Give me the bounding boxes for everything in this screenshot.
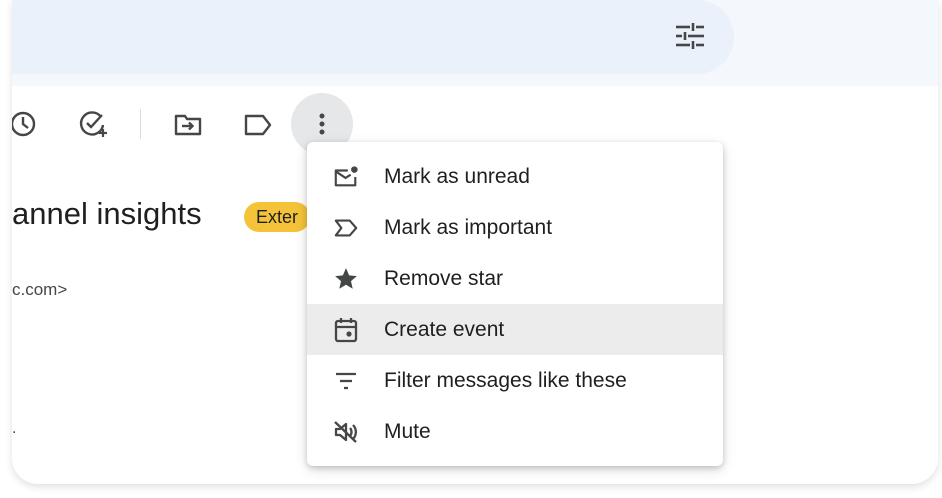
menu-item-label: Mark as unread — [384, 164, 530, 188]
mark-unread-icon — [333, 164, 359, 190]
menu-item-label: Mute — [384, 419, 431, 443]
gmail-message-view: annel insights Exter c.com> . Mark as un… — [12, 0, 938, 484]
menu-item-label: Create event — [384, 317, 505, 341]
email-subject: annel insights — [12, 196, 202, 231]
search-bar[interactable] — [12, 0, 734, 74]
more-options-menu: Mark as unread Mark as important Remove … — [307, 142, 723, 466]
snooze-icon — [12, 111, 36, 137]
move-to-icon — [174, 114, 202, 136]
menu-item-create-event[interactable]: Create event — [307, 304, 723, 355]
add-task-icon — [79, 111, 107, 137]
menu-item-remove-star[interactable]: Remove star — [307, 253, 723, 304]
move-to-button[interactable] — [168, 105, 208, 145]
menu-item-mark-as-unread[interactable]: Mark as unread — [307, 151, 723, 202]
snooze-button[interactable] — [12, 104, 43, 144]
calendar-icon — [333, 317, 359, 343]
screenshot-frame: annel insights Exter c.com> . Mark as un… — [0, 0, 942, 498]
label-icon — [244, 114, 272, 136]
menu-item-mark-as-important[interactable]: Mark as important — [307, 202, 723, 253]
labels-button[interactable] — [238, 105, 278, 145]
menu-item-label: Mark as important — [384, 215, 553, 239]
more-vert-icon — [319, 113, 325, 135]
filter-icon — [333, 368, 359, 394]
top-bar — [12, 0, 938, 86]
body-text-fragment: . — [12, 420, 17, 437]
menu-item-label: Filter messages like these — [384, 368, 627, 392]
menu-item-label: Remove star — [384, 266, 504, 290]
star-icon — [333, 266, 359, 292]
important-icon — [333, 215, 359, 241]
external-label-chip[interactable]: Exter — [244, 202, 311, 232]
sender-address: c.com> — [12, 280, 68, 299]
menu-item-filter-messages[interactable]: Filter messages like these — [307, 355, 723, 406]
search-options-button[interactable] — [668, 14, 712, 58]
menu-item-mute[interactable]: Mute — [307, 406, 723, 457]
tune-icon — [676, 23, 704, 49]
toolbar-divider — [140, 109, 141, 139]
mute-icon — [333, 419, 359, 445]
add-to-tasks-button[interactable] — [73, 104, 113, 144]
